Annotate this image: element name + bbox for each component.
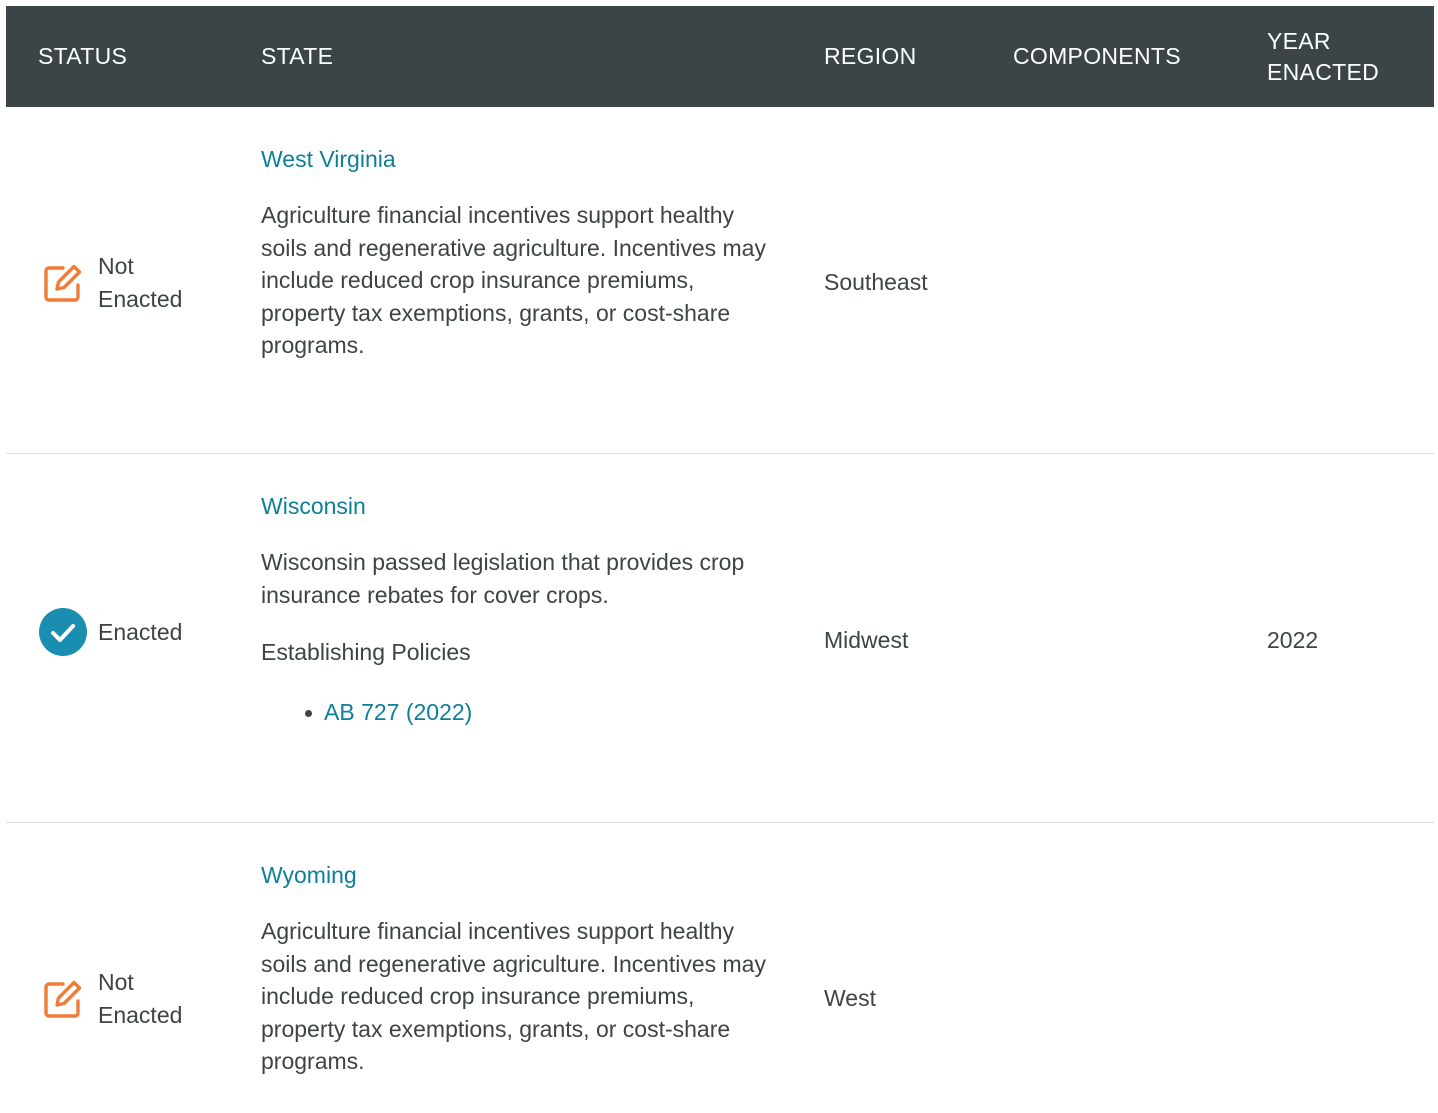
status-cell: Not Enacted xyxy=(38,250,182,316)
header-year-line2: ENACTED xyxy=(1267,58,1380,85)
header-status[interactable]: STATUS xyxy=(38,6,127,107)
table-row: Not Enacted West Virginia Agriculture fi… xyxy=(6,107,1434,454)
list-item: AB 727 (2022) xyxy=(305,697,781,727)
edit-pencil-icon xyxy=(38,258,88,308)
policies-heading: Establishing Policies xyxy=(261,639,471,665)
header-year-enacted[interactable]: YEAR ENACTED xyxy=(1267,6,1417,107)
state-link-wisconsin[interactable]: Wisconsin xyxy=(261,491,781,521)
region-cell: Southeast xyxy=(824,269,928,295)
table-row: Not Enacted Wyoming Agriculture financia… xyxy=(6,823,1434,1113)
status-label: Enacted xyxy=(98,618,183,645)
header-state[interactable]: STATE xyxy=(261,6,333,107)
policy-table: STATUS STATE REGION COMPONENTS YEAR ENAC… xyxy=(6,6,1434,1113)
state-link-west-virginia[interactable]: West Virginia xyxy=(261,144,781,174)
header-region[interactable]: REGION xyxy=(824,6,917,107)
header-components[interactable]: COMPONENTS xyxy=(1013,6,1181,107)
status-cell: Not Enacted xyxy=(38,966,182,1032)
status-cell: Enacted xyxy=(38,607,182,657)
region-cell: Midwest xyxy=(824,627,909,653)
state-description: Wisconsin passed legislation that provid… xyxy=(261,549,745,608)
status-label: Not Enacted xyxy=(98,253,183,312)
checkmark-circle-icon xyxy=(38,607,88,657)
table-header: STATUS STATE REGION COMPONENTS YEAR ENAC… xyxy=(6,6,1434,107)
policies-list: AB 727 (2022) xyxy=(261,697,781,727)
state-cell: West Virginia Agriculture financial ince… xyxy=(261,144,781,362)
state-description: Agriculture financial incentives support… xyxy=(261,918,766,1074)
policy-link-ab-727[interactable]: AB 727 (2022) xyxy=(324,699,472,725)
edit-pencil-icon xyxy=(38,974,88,1024)
state-link-wyoming[interactable]: Wyoming xyxy=(261,860,781,890)
region-cell: West xyxy=(824,985,876,1011)
header-year-line1: YEAR xyxy=(1267,27,1331,54)
year-cell: 2022 xyxy=(1267,627,1319,653)
state-description: Agriculture financial incentives support… xyxy=(261,202,766,358)
table-row: Enacted Wisconsin Wisconsin passed legis… xyxy=(6,454,1434,823)
status-label: Not Enacted xyxy=(98,969,183,1028)
state-cell: Wyoming Agriculture financial incentives… xyxy=(261,860,781,1078)
state-cell: Wisconsin Wisconsin passed legislation t… xyxy=(261,491,781,727)
